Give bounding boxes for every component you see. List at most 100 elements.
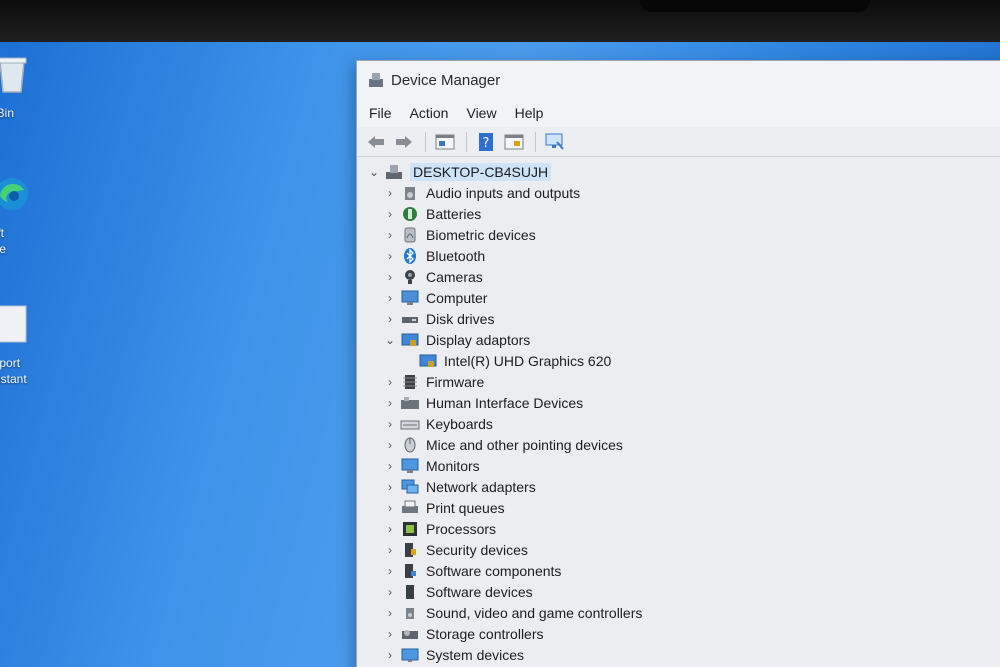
- desktop-icon-label: cle Bin: [0, 106, 15, 120]
- menu-file[interactable]: File: [369, 105, 392, 121]
- expand-chevron-icon[interactable]: ›: [381, 585, 399, 599]
- tree-node[interactable]: › Sound, video and game controllers: [365, 602, 1000, 623]
- desktop-icon-label: Support Assistant: [0, 356, 27, 386]
- tree-node[interactable]: › Network adapters: [365, 476, 1000, 497]
- forward-button[interactable]: [391, 130, 417, 154]
- tree-node[interactable]: › Print queues: [365, 497, 1000, 518]
- tree-node-label: Mice and other pointing devices: [426, 436, 623, 453]
- menu-bar: File Action View Help: [357, 99, 1000, 127]
- tree-node[interactable]: › Keyboards: [365, 413, 1000, 434]
- tree-root[interactable]: ⌄ DESKTOP-CB4SUJH: [365, 161, 1000, 182]
- expand-chevron-icon[interactable]: ›: [381, 312, 399, 326]
- tree-node[interactable]: › Bluetooth: [365, 245, 1000, 266]
- desktop-icon-recycle-bin[interactable]: cle Bin: [0, 54, 48, 121]
- device-tree: ⌄ DESKTOP-CB4SUJH › Audio inputs and outp…: [357, 157, 1000, 665]
- menu-action[interactable]: Action: [410, 105, 449, 121]
- tree-node[interactable]: › Storage controllers: [365, 623, 1000, 644]
- tree-node[interactable]: › Security devices: [365, 539, 1000, 560]
- expand-chevron-icon[interactable]: ›: [381, 459, 399, 473]
- system-device-icon: [399, 646, 421, 664]
- mouse-icon: [399, 436, 421, 454]
- toolbar-separator: [425, 131, 426, 152]
- tree-node-label: Audio inputs and outputs: [426, 184, 581, 201]
- expand-chevron-icon[interactable]: ›: [381, 522, 399, 536]
- expand-chevron-icon[interactable]: ›: [381, 417, 399, 431]
- tree-node[interactable]: › Firmware: [365, 371, 1000, 392]
- speaker-icon: [399, 184, 421, 202]
- expand-chevron-icon[interactable]: ›: [381, 480, 399, 494]
- tree-node-label: Sound, video and game controllers: [426, 604, 643, 621]
- expand-chevron-icon[interactable]: ›: [381, 270, 399, 284]
- expand-chevron-icon[interactable]: ›: [381, 627, 399, 641]
- menu-help[interactable]: Help: [515, 105, 544, 121]
- webcam-housing: [640, 0, 870, 12]
- title-bar: Device Manager: [357, 61, 1000, 99]
- bluetooth-icon: [399, 247, 421, 265]
- expand-chevron-icon[interactable]: ›: [381, 228, 399, 242]
- tree-child-node[interactable]: Intel(R) UHD Graphics 620: [365, 350, 1000, 371]
- tree-node[interactable]: ⌄ Display adaptors: [365, 329, 1000, 350]
- tree-node-label: Firmware: [426, 373, 485, 390]
- printer-icon: [399, 499, 421, 517]
- tree-node[interactable]: › System devices: [365, 644, 1000, 665]
- tree-node[interactable]: › Processors: [365, 518, 1000, 539]
- collapse-chevron-icon[interactable]: ⌄: [381, 333, 399, 347]
- disk-drive-icon: [399, 310, 421, 328]
- recycle-bin-icon: [0, 57, 27, 93]
- collapse-chevron-icon[interactable]: ⌄: [365, 165, 383, 179]
- update-driver-button[interactable]: [501, 130, 527, 154]
- display-adapter-icon: [417, 352, 439, 370]
- tree-node-label: Computer: [426, 289, 488, 306]
- desktop-icon-edge[interactable]: osoft Edge: [0, 174, 48, 257]
- tree-node-label: Display adaptors: [426, 331, 531, 348]
- expand-chevron-icon[interactable]: ›: [381, 438, 399, 452]
- processor-icon: [399, 520, 421, 538]
- tree-node[interactable]: › Software devices: [365, 581, 1000, 602]
- expand-chevron-icon[interactable]: ›: [381, 291, 399, 305]
- tree-node[interactable]: › Human Interface Devices: [365, 392, 1000, 413]
- tree-node-label: Keyboards: [426, 415, 493, 432]
- expand-chevron-icon[interactable]: ›: [381, 543, 399, 557]
- expand-chevron-icon[interactable]: ›: [381, 396, 399, 410]
- device-manager-window: Device Manager File Action View Help ? ⌄…: [356, 60, 1000, 667]
- expand-chevron-icon[interactable]: ›: [381, 186, 399, 200]
- expand-chevron-icon[interactable]: ›: [381, 249, 399, 263]
- tree-node[interactable]: › Audio inputs and outputs: [365, 182, 1000, 203]
- scan-hardware-button[interactable]: [542, 130, 568, 154]
- tree-node-label: Biometric devices: [426, 226, 536, 243]
- tree-node-label: Batteries: [426, 205, 482, 222]
- tree-node-label: Network adapters: [426, 478, 536, 495]
- window-title: Device Manager: [391, 71, 501, 89]
- computer-icon: [399, 289, 421, 307]
- expand-chevron-icon[interactable]: ›: [381, 207, 399, 221]
- display-adapter-icon: [399, 331, 421, 349]
- tree-node[interactable]: › Monitors: [365, 455, 1000, 476]
- menu-view[interactable]: View: [466, 105, 496, 121]
- device-manager-icon: [369, 73, 383, 87]
- tree-node[interactable]: › Batteries: [365, 203, 1000, 224]
- tree-node-label: System devices: [426, 646, 525, 663]
- tree-node[interactable]: › Software components: [365, 560, 1000, 581]
- sound-icon: [399, 604, 421, 622]
- desktop-icon-support-assistant[interactable]: Support Assistant: [0, 304, 48, 387]
- tree-node[interactable]: › Cameras: [365, 266, 1000, 287]
- expand-chevron-icon[interactable]: ›: [381, 606, 399, 620]
- tree-node[interactable]: › Disk drives: [365, 308, 1000, 329]
- expand-chevron-icon[interactable]: ›: [381, 648, 399, 662]
- tree-node[interactable]: › Computer: [365, 287, 1000, 308]
- tree-node[interactable]: › Biometric devices: [365, 224, 1000, 245]
- tree-node[interactable]: › Mice and other pointing devices: [365, 434, 1000, 455]
- tree-node-label: Storage controllers: [426, 625, 544, 642]
- hid-icon: [399, 394, 421, 412]
- expand-chevron-icon[interactable]: ›: [381, 501, 399, 515]
- back-button[interactable]: [363, 130, 389, 154]
- expand-chevron-icon[interactable]: ›: [381, 375, 399, 389]
- toolbar-separator: [535, 131, 536, 152]
- expand-chevron-icon[interactable]: ›: [381, 564, 399, 578]
- tree-node-label: Software components: [426, 562, 562, 579]
- help-button[interactable]: ?: [473, 130, 499, 154]
- update-driver-icon: [504, 134, 524, 149]
- tree-node-label: Cameras: [426, 268, 483, 285]
- edge-icon: [0, 178, 28, 210]
- properties-button[interactable]: [432, 130, 458, 154]
